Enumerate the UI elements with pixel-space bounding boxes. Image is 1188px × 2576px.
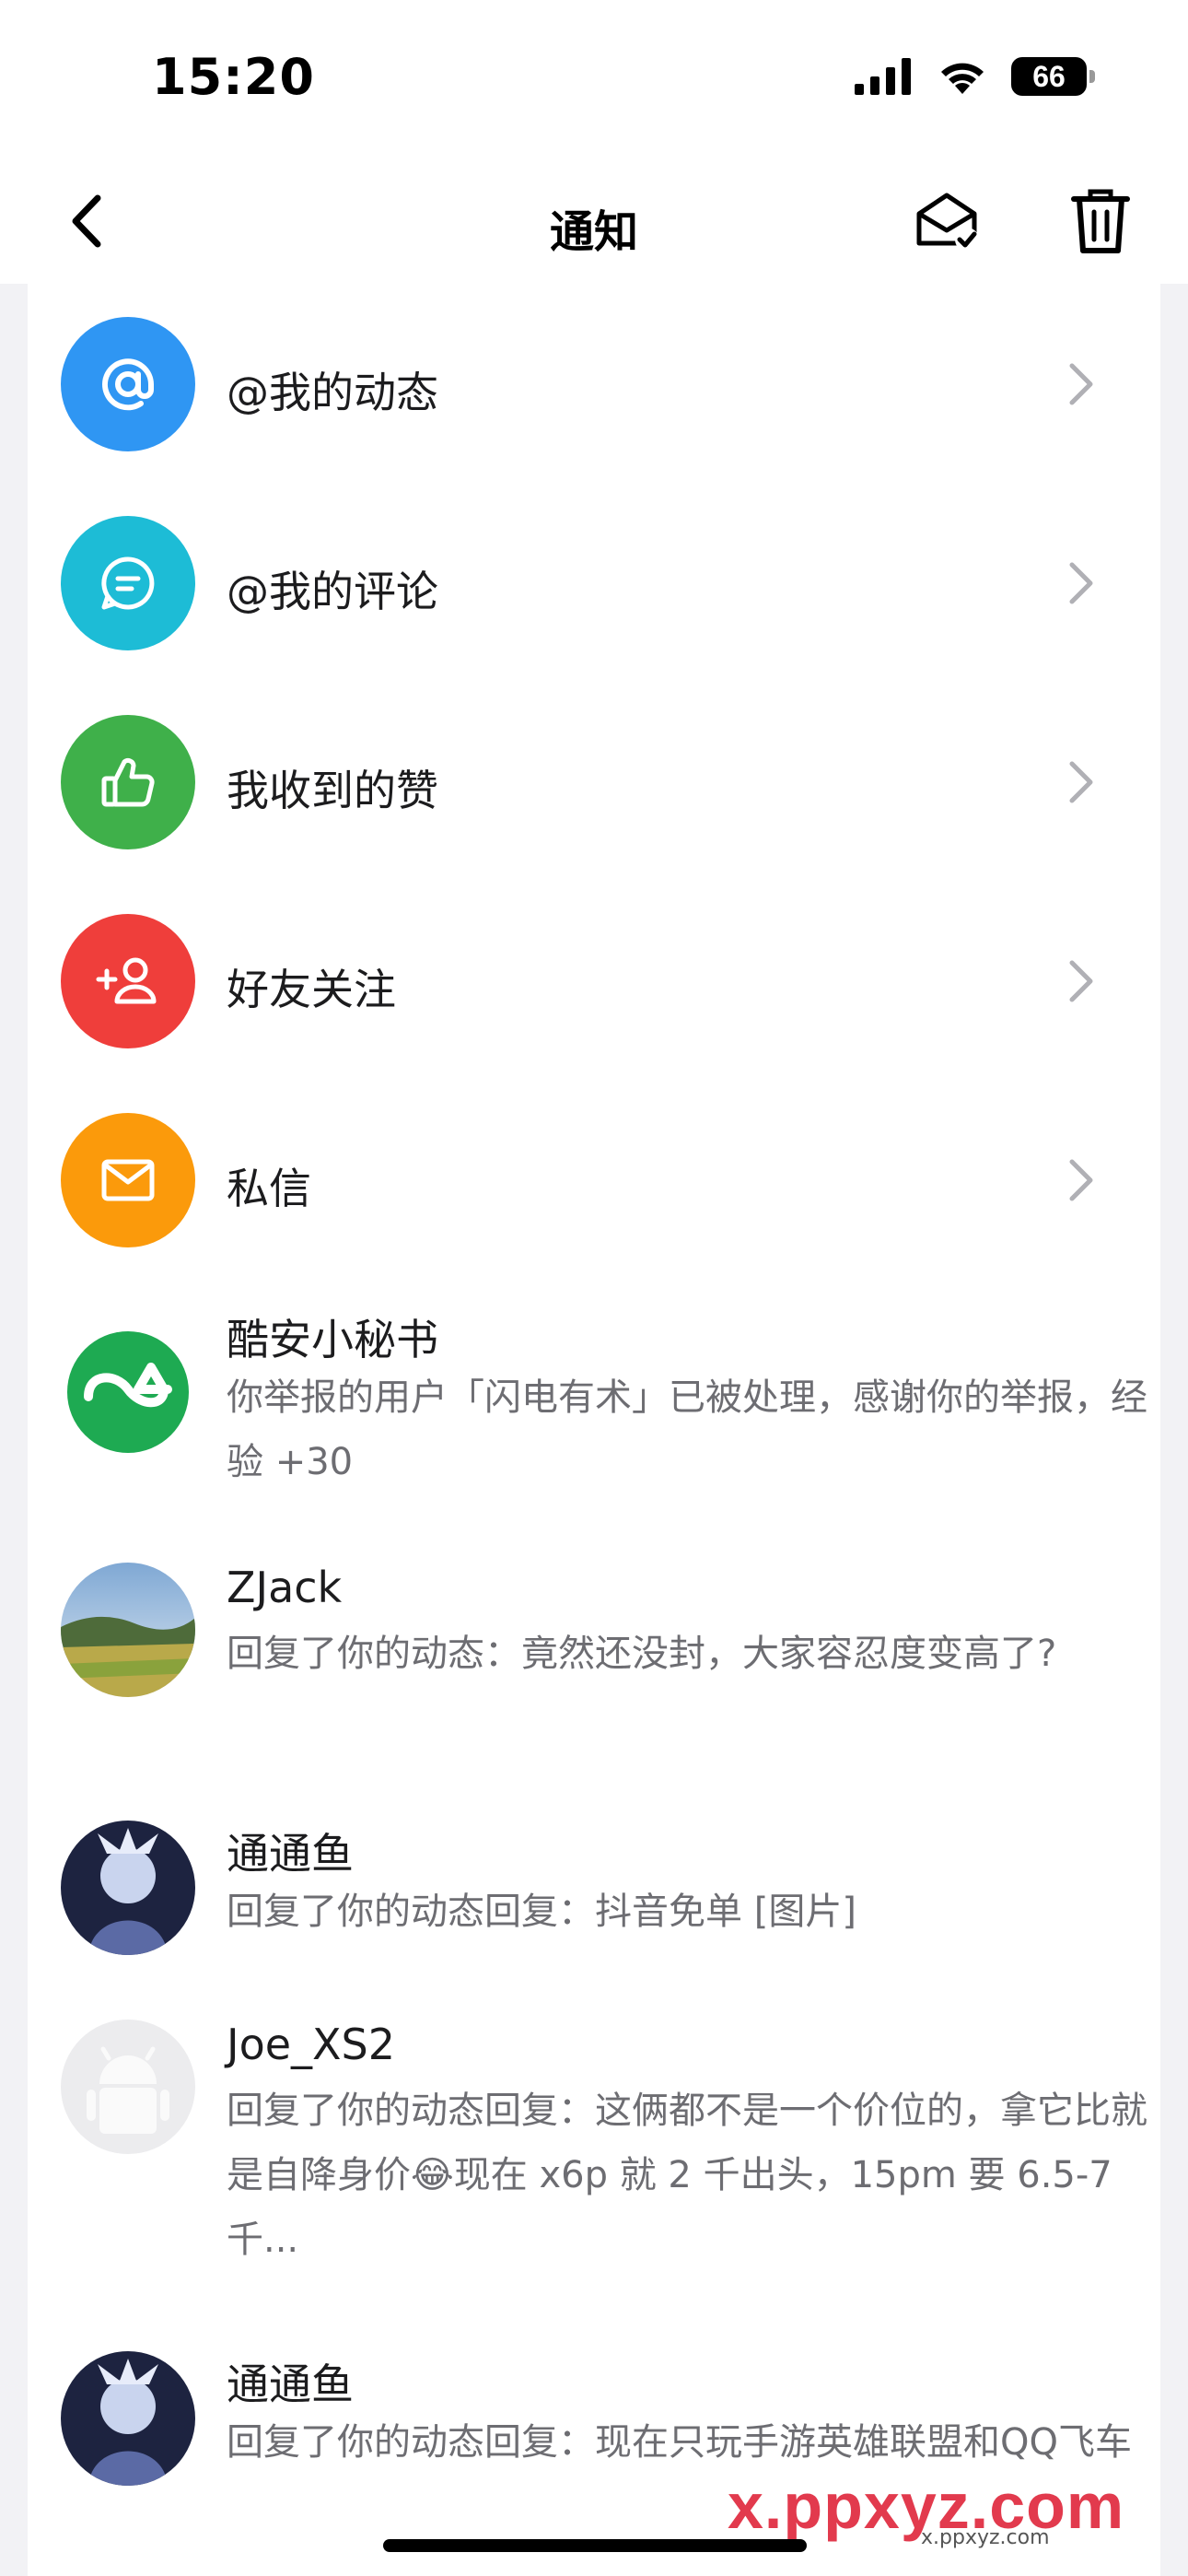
message-item[interactable]: ZJack 回复了你的动态：竟然还没封，大家容忍度变高了? (28, 1563, 1160, 1802)
chevron-right-icon (1069, 1159, 1093, 1201)
watermark-sub: x.ppxyz.com (921, 2526, 1050, 2549)
page-title: 通知 (549, 206, 638, 258)
sender-name: Joe_XS2 (227, 2020, 395, 2069)
notification-list: @我的动态 @我的评论 我收到的赞 好友关注 私信 酷安小秘书 你举报的用户「闪… (28, 284, 1160, 2576)
category-label: 私信 (227, 1164, 311, 1213)
avatar (61, 2020, 195, 2154)
nav-bar: 通知 (0, 157, 1188, 284)
sender-name: 通通鱼 (227, 1829, 354, 1879)
message-body: 回复了你的动态回复：现在只玩手游英雄联盟和QQ飞车 (227, 2421, 1132, 2464)
category-item-likes[interactable]: 我收到的赞 (28, 715, 1160, 849)
default-android-avatar-icon (61, 2020, 195, 2154)
at-icon (61, 317, 195, 451)
message-body: 回复了你的动态回复：这俩都不是一个价位的，拿它比就是自降身价😂现在 x6p 就 … (227, 2078, 1147, 2272)
wifi-icon (941, 63, 984, 94)
message-item[interactable]: Joe_XS2 回复了你的动态回复：这俩都不是一个价位的，拿它比就是自降身价😂现… (28, 2020, 1160, 2342)
signal-icon (855, 58, 911, 95)
category-label: @我的评论 (227, 567, 438, 616)
avatar (61, 1563, 195, 1697)
category-label: @我的动态 (227, 368, 438, 417)
mail-icon (61, 1113, 195, 1247)
message-item[interactable]: 通通鱼 回复了你的动态回复：抖音免单 [图片] (28, 1821, 1160, 1986)
coolapk-logo-icon (67, 1331, 189, 1453)
category-label: 好友关注 (227, 965, 396, 1014)
comment-icon (61, 516, 195, 650)
battery-indicator: 66 (1011, 57, 1095, 96)
message-body: 回复了你的动态：竟然还没封，大家容忍度变高了? (227, 1633, 1057, 1675)
delete-icon[interactable] (1068, 186, 1133, 256)
chevron-right-icon (1069, 562, 1093, 604)
category-item-at-posts[interactable]: @我的动态 (28, 317, 1160, 451)
status-time: 15:20 (152, 48, 315, 106)
laughing-emoji: 😂 (411, 2154, 454, 2196)
thumbs-up-icon (61, 715, 195, 849)
avatar (61, 2351, 195, 2486)
message-body: 回复了你的动态回复：抖音免单 [图片] (227, 1891, 856, 1933)
category-item-private-messages[interactable]: 私信 (28, 1113, 1160, 1247)
status-icons: 66 (855, 57, 1095, 96)
category-item-follows[interactable]: 好友关注 (28, 914, 1160, 1048)
category-item-at-comments[interactable]: @我的评论 (28, 516, 1160, 650)
sender-name: 通通鱼 (227, 2359, 354, 2409)
home-indicator (383, 2539, 807, 2552)
avatar (61, 1821, 195, 1955)
sender-name: 酷安小秘书 (227, 1315, 438, 1364)
mark-all-read-icon[interactable] (912, 186, 982, 256)
sender-name: ZJack (227, 1563, 343, 1612)
add-user-icon (61, 914, 195, 1048)
chevron-right-icon (1069, 960, 1093, 1002)
status-bar: 15:20 66 (0, 0, 1188, 157)
category-label: 我收到的赞 (227, 766, 438, 815)
chevron-right-icon (1069, 363, 1093, 405)
message-body: 你举报的用户「闪电有术」已被处理，感谢你的举报，经验 +30 (227, 1376, 1147, 1483)
avatar (61, 1325, 195, 1459)
chevron-right-icon (1069, 761, 1093, 803)
